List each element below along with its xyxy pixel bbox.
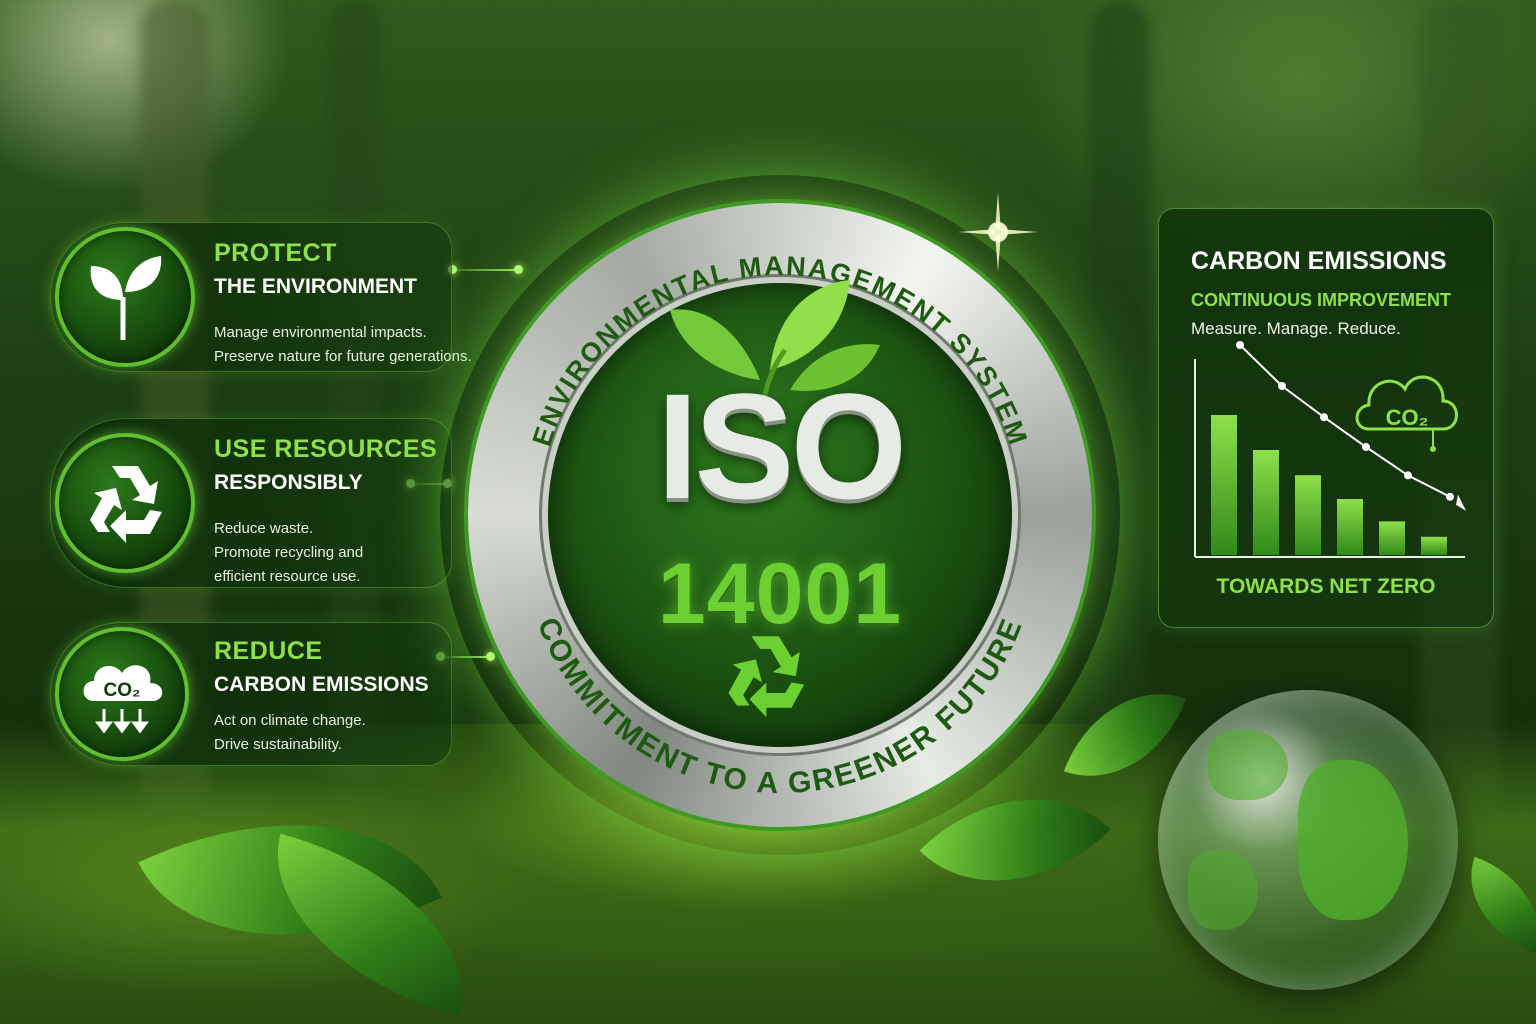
carbon-emissions-panel: CARBON EMISSIONS CONTINUOUS IMPROVEMENT …	[1158, 208, 1494, 628]
chart-bar	[1421, 536, 1447, 555]
cloud-label: CO₂	[1386, 405, 1429, 430]
trend-arrow-icon	[1456, 494, 1466, 511]
chart-bar	[1379, 521, 1405, 555]
trend-point	[1404, 471, 1412, 480]
continent-shape	[1298, 760, 1408, 920]
chart-bar	[1253, 450, 1279, 555]
co2-cloud-icon: CO₂	[1355, 375, 1458, 452]
trend-point	[1236, 341, 1244, 349]
chart-bar	[1337, 499, 1363, 555]
chart-bar	[1211, 415, 1237, 555]
emissions-chart: CO₂	[1194, 341, 1466, 558]
continent-shape	[1188, 850, 1258, 930]
trend-point	[1446, 492, 1454, 501]
chart-bar	[1295, 475, 1321, 555]
trend-point	[1362, 443, 1370, 451]
badge-title: ISO	[656, 362, 907, 530]
badge-number: 14001	[657, 546, 903, 642]
badge-recycle-icon	[728, 636, 805, 718]
trend-point	[1278, 382, 1286, 390]
trend-point	[1320, 413, 1328, 422]
panel-footer: TOWARDS NET ZERO	[1216, 575, 1436, 598]
sparkle-icon	[958, 192, 1038, 272]
continent-shape	[1208, 730, 1288, 800]
glass-globe	[1158, 690, 1458, 990]
